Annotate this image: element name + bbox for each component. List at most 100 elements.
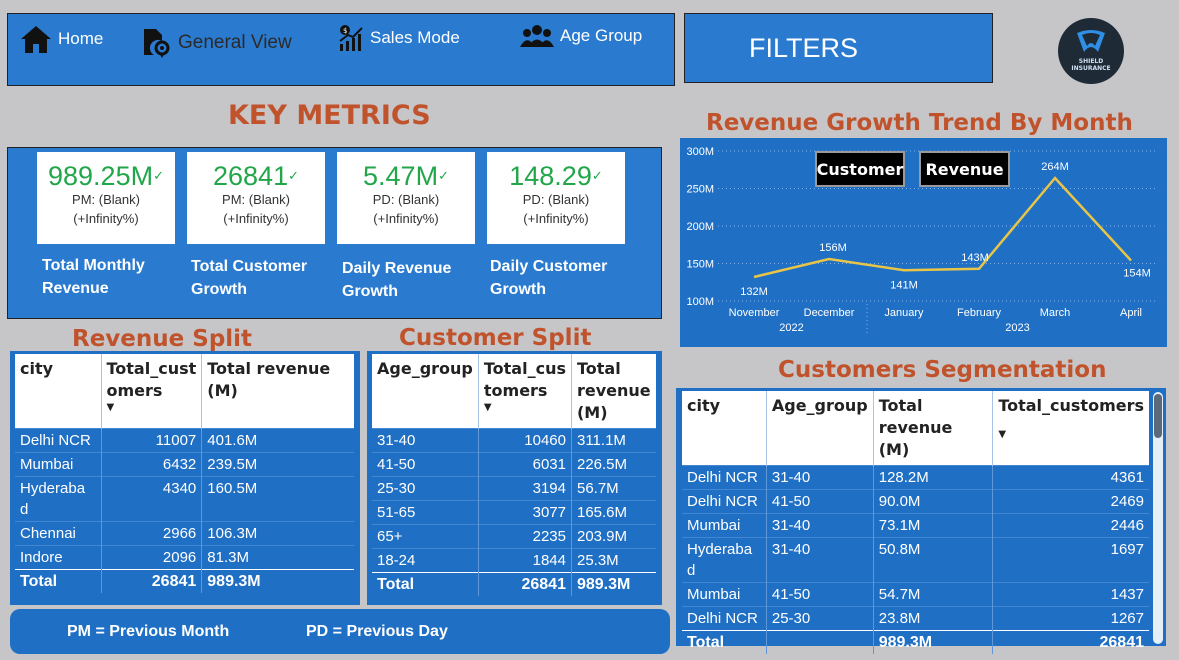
customers-segmentation-table: city Age_group Total revenue (M) Total_c… [682,391,1149,654]
svg-text:$: $ [343,27,347,35]
total-cell: 989.3M [570,572,656,596]
kpi-comparison: PM: (Blank) [222,192,290,207]
table-cell: Chennai [15,521,101,546]
column-header-total-revenue[interactable]: Total revenue (M) [872,391,993,466]
kpi-card-daily-revenue-growth: 5.47M✓ PD: (Blank) (+Infinity%) [337,152,475,244]
total-cell: Total [15,569,101,593]
table-cell: 41-50 [765,489,874,514]
shield-icon [1077,30,1105,52]
kpi-label-total-monthly-revenue: Total Monthly Revenue [42,257,145,297]
legend-customer-button[interactable]: Customer [815,151,905,187]
column-header-city[interactable]: city [682,391,767,466]
table-row[interactable]: Delhi NCR 41-50 90.0M 2469 [682,489,1149,514]
table-cell: Delhi NCR [682,465,767,490]
table-row[interactable]: 18-24 1844 25.3M [372,548,656,573]
table-row[interactable]: Mumbai 6432 239.5M [15,452,354,477]
nav-general-view-label: General View [178,32,292,53]
table-row[interactable]: Hyderaba d 31-40 50.8M 1697 [682,537,1149,583]
table-row[interactable]: 51-65 3077 165.6M [372,500,656,525]
column-header-total-revenue[interactable]: Total revenue (M) [570,354,656,429]
table-header-row: city Age_group Total revenue (M) Total_c… [682,391,1149,466]
kpi-value: 5.47M✓ [363,161,449,191]
column-header-total-customers[interactable]: Total_customers ▼ [992,391,1149,466]
column-header-total-customers[interactable]: Total_cust omers ▼ [100,354,202,429]
customer-split-panel: Age_group Total_cus tomers ▼ Total revenu… [367,351,662,605]
data-label: 141M [890,279,918,291]
legend-revenue-button[interactable]: Revenue [919,151,1010,187]
table-row[interactable]: Mumbai 41-50 54.7M 1437 [682,582,1149,607]
column-header-total-customers[interactable]: Total_cus tomers ▼ [477,354,572,429]
table-row[interactable]: 41-50 6031 226.5M [372,452,656,477]
footer-pm-note: PM = Previous Month [67,623,230,640]
table-cell: Delhi NCR [682,489,767,514]
table-cell: Mumbai [15,452,101,477]
total-cell: Total [372,572,479,596]
table-cell: 311.1M [570,428,656,453]
people-group-icon [520,25,554,47]
x-tick-label: January [884,307,924,319]
kpi-panel: 989.25M✓ PM: (Blank) (+Infinity%) 26841✓… [7,147,662,319]
table-cell: 50.8M [872,537,993,583]
segmentation-scroll-thumb[interactable] [1154,394,1162,438]
table-row[interactable]: Delhi NCR 25-30 23.8M 1267 [682,606,1149,631]
kpi-label-total-customer-growth: Total Customer Growth [191,258,308,298]
table-cell: 2235 [477,524,572,549]
nav-home-button[interactable]: Home [20,24,103,54]
key-metrics-title: KEY METRICS [228,100,431,131]
kpi-value: 26841✓ [213,161,299,191]
table-row[interactable]: Indore 2096 81.3M [15,545,354,570]
table-cell: Mumbai [682,513,767,538]
table-row[interactable]: Mumbai 31-40 73.1M 2446 [682,513,1149,538]
table-cell: 31-40 [765,465,874,490]
table-cell: 11007 [100,428,202,453]
table-cell: 56.7M [570,476,656,501]
nav-general-view-button[interactable]: General View [140,27,292,59]
nav-sales-mode-button[interactable]: $ Sales Mode [338,24,460,52]
customer-split-title: Customer Split [399,325,592,351]
table-cell: 226.5M [570,452,656,477]
home-icon [21,26,51,53]
table-header-row: city Total_cust omers ▼ Total revenue (M) [15,354,354,429]
total-cell: 26841 [992,630,1149,654]
kpi-comparison: PD: (Blank) [522,192,590,207]
check-icon: ✓ [288,168,299,183]
table-cell: 1437 [992,582,1149,607]
table-cell: 106.3M [201,521,354,546]
table-row[interactable]: Delhi NCR 11007 401.6M [15,428,354,453]
kpi-change: (+Infinity%) [523,211,589,226]
table-row[interactable]: Chennai 2966 106.3M [15,521,354,546]
sort-desc-icon: ▼ [998,429,1007,440]
table-total-row: Total 26841 989.3M [15,569,354,593]
table-cell: 31-40 [765,537,874,583]
table-cell: 1267 [992,606,1149,631]
kpi-card-total-customer-growth: 26841✓ PM: (Blank) (+Infinity%) [187,152,325,244]
table-cell: 41-50 [372,452,479,477]
y-tick-label: 200M [686,221,714,233]
table-cell: 128.2M [872,465,993,490]
kpi-value: 148.29✓ [509,161,603,191]
table-cell: 81.3M [201,545,354,570]
table-cell: 203.9M [570,524,656,549]
filters-button[interactable]: FILTERS [684,13,993,83]
y-tick-label: 100M [686,296,714,308]
table-row[interactable]: 25-30 3194 56.7M [372,476,656,501]
data-label: 154M [1123,268,1151,280]
total-cell [765,630,874,654]
document-location-icon [144,29,170,58]
nav-age-group-button[interactable]: Age Group [520,24,642,48]
table-row[interactable]: 65+ 2235 203.9M [372,524,656,549]
table-row[interactable]: Hyderaba d 4340 160.5M [15,476,354,522]
revenue-series-line [753,176,1132,279]
table-cell: 4361 [992,465,1149,490]
column-header-age-group[interactable]: Age_group [372,354,479,429]
table-cell: Delhi NCR [15,428,101,453]
column-header-age-group[interactable]: Age_group [765,391,874,466]
column-header-city[interactable]: city [15,354,101,429]
revenue-split-title: Revenue Split [72,326,253,352]
table-row[interactable]: 31-40 10460 311.1M [372,428,656,453]
x-tick-label: December [804,307,855,319]
table-row[interactable]: Delhi NCR 31-40 128.2M 4361 [682,465,1149,490]
column-header-total-revenue[interactable]: Total revenue (M) [201,354,354,429]
check-icon: ✓ [153,168,164,183]
table-cell: 41-50 [765,582,874,607]
